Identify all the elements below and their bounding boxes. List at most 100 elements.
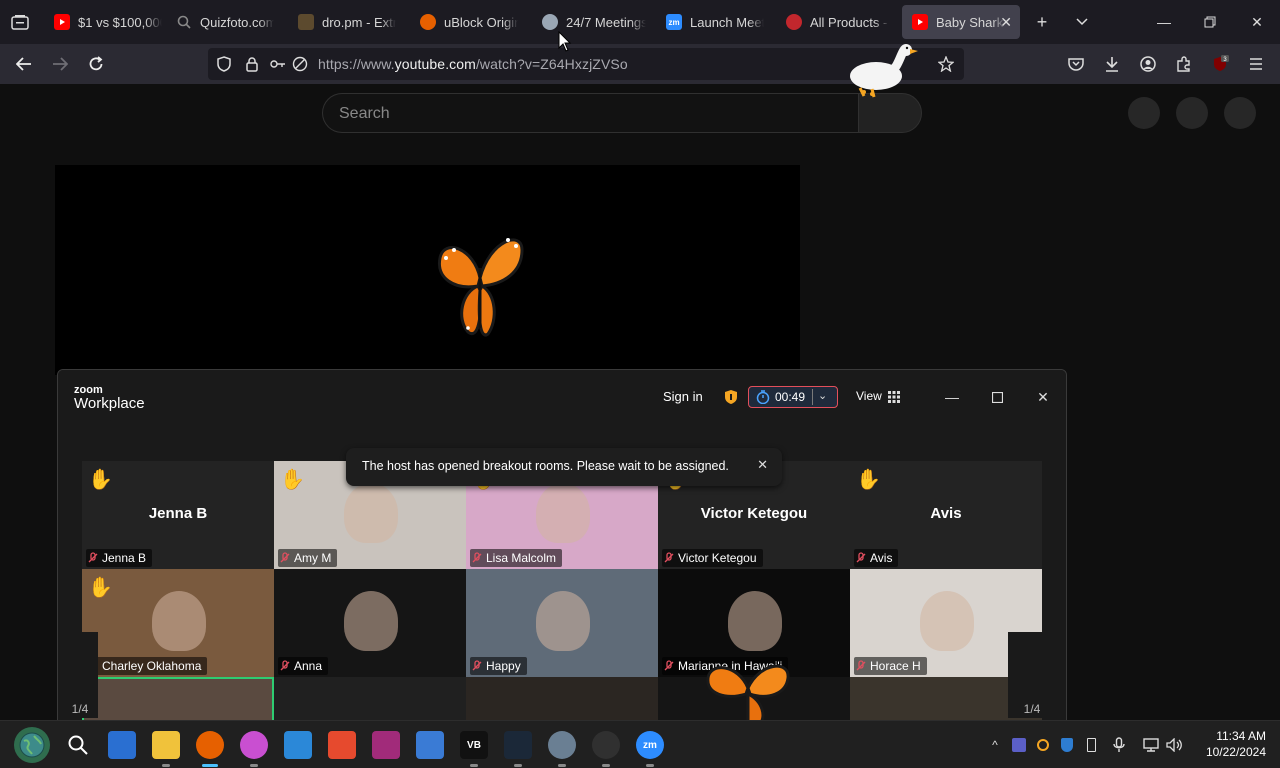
search-icon bbox=[176, 14, 192, 30]
task-view-icon[interactable] bbox=[108, 731, 136, 759]
meeting-timer[interactable]: 00:49 ⌄ bbox=[748, 386, 838, 408]
restore-window-button[interactable] bbox=[1196, 8, 1224, 36]
itunes-icon[interactable] bbox=[240, 731, 268, 759]
zoom-close-button[interactable]: ✕ bbox=[1031, 385, 1055, 409]
network-icon[interactable] bbox=[1142, 736, 1160, 754]
browser-tab[interactable]: dro.pm - Extre bbox=[288, 5, 406, 39]
youtube-avatar-button[interactable] bbox=[1224, 97, 1256, 129]
participant-tile[interactable]: Jenna B ✋ Jenna B bbox=[82, 461, 274, 569]
breakout-notification: The host has opened breakout rooms. Plea… bbox=[346, 448, 782, 486]
puzzle-icon bbox=[1177, 56, 1190, 72]
speaker-volume-icon[interactable] bbox=[1166, 736, 1184, 754]
zoom-app-icon[interactable]: zm bbox=[636, 731, 664, 759]
ublock-origin-button[interactable]: 3 bbox=[1208, 52, 1232, 76]
participant-name-label: Victor Ketegou bbox=[662, 549, 763, 567]
zoom-minimize-button[interactable]: — bbox=[940, 385, 964, 409]
browser-tab[interactable]: uBlock Origin - bbox=[410, 5, 528, 39]
pinwheel-icon[interactable] bbox=[328, 731, 356, 759]
participant-video bbox=[536, 483, 590, 543]
dropm-icon bbox=[298, 14, 314, 30]
running-app-indicator bbox=[602, 764, 610, 767]
url-text[interactable]: https://www.youtube.com/watch?v=Z64HxzjZ… bbox=[318, 56, 628, 72]
browser-tab[interactable]: All Products - L bbox=[776, 5, 900, 39]
tracking-protection-shield-icon[interactable] bbox=[216, 56, 232, 72]
participant-video bbox=[536, 591, 590, 651]
url-path: /watch?v=Z64HxzjZVSo bbox=[475, 56, 628, 72]
youtube-notifications-button[interactable] bbox=[1176, 97, 1208, 129]
download-icon bbox=[1106, 57, 1118, 72]
magnifier-tray-icon[interactable] bbox=[1034, 736, 1052, 754]
firefox-view-icon[interactable] bbox=[8, 10, 32, 34]
previous-page-button[interactable]: 1/4 bbox=[62, 632, 98, 718]
browser-tab[interactable]: Baby Shark D✕ bbox=[902, 5, 1020, 39]
extensions-button[interactable] bbox=[1172, 52, 1196, 76]
running-app-indicator bbox=[514, 764, 522, 767]
globe-icon bbox=[542, 14, 558, 30]
defender-shield-icon[interactable] bbox=[1058, 736, 1076, 754]
muted-microphone-icon bbox=[280, 552, 290, 563]
list-all-tabs-button[interactable] bbox=[1070, 10, 1094, 34]
vb-audio-icon[interactable]: VB bbox=[460, 731, 488, 759]
participant-tile[interactable]: ✋ Charley Oklahoma bbox=[82, 569, 274, 677]
back-button[interactable] bbox=[12, 52, 36, 76]
reload-button[interactable] bbox=[84, 52, 108, 76]
grid-view-icon[interactable] bbox=[888, 391, 900, 403]
search-placeholder: Search bbox=[339, 105, 390, 122]
zoom-maximize-button[interactable] bbox=[985, 385, 1009, 409]
tab-title: 24/7 Meetings bbox=[566, 14, 646, 30]
search-icon[interactable] bbox=[64, 731, 92, 759]
browser-tab[interactable]: $1 vs $100,000 bbox=[44, 5, 172, 39]
chevron-up-icon[interactable]: ^ bbox=[986, 736, 1004, 754]
close-window-button[interactable]: ✕ bbox=[1243, 8, 1271, 36]
downloads-button[interactable] bbox=[1100, 52, 1124, 76]
youtube-search-input[interactable]: Search bbox=[322, 93, 858, 133]
file-explorer-icon[interactable] bbox=[152, 731, 180, 759]
participant-tile[interactable]: Happy bbox=[466, 569, 658, 677]
running-app-indicator bbox=[470, 764, 478, 767]
microsoft-store-icon[interactable] bbox=[284, 731, 312, 759]
steam-icon[interactable] bbox=[504, 731, 532, 759]
minimize-window-button[interactable]: — bbox=[1150, 8, 1178, 36]
browser-tab[interactable]: zm Launch Meetin bbox=[656, 5, 774, 39]
settings-icon[interactable] bbox=[548, 731, 576, 759]
new-tab-button[interactable]: + bbox=[1030, 10, 1054, 34]
taskbar-app-label: VB bbox=[467, 739, 481, 751]
muted-microphone-icon bbox=[280, 660, 290, 671]
microphone-icon[interactable] bbox=[1110, 736, 1128, 754]
browser-tab[interactable]: Quizfoto.com bbox=[166, 5, 284, 39]
youtube-video-player[interactable] bbox=[55, 165, 800, 375]
page-indicator: 1/4 bbox=[71, 702, 89, 716]
participant-tile[interactable]: Avis ✋ Avis bbox=[850, 461, 1042, 569]
chevron-down-icon[interactable]: ⌄ bbox=[818, 389, 827, 402]
start-globe-icon[interactable] bbox=[14, 727, 50, 763]
url-host: youtube.com bbox=[394, 56, 476, 72]
taskbar-clock[interactable]: 11:34 AM 10/22/2024 bbox=[1206, 728, 1266, 760]
zoom-product-name: Workplace bbox=[74, 395, 145, 412]
lock-icon[interactable] bbox=[244, 56, 260, 72]
account-button[interactable] bbox=[1136, 52, 1160, 76]
close-icon[interactable]: ✕ bbox=[757, 457, 768, 473]
forward-button[interactable] bbox=[48, 52, 72, 76]
participant-name: Amy M bbox=[294, 551, 332, 565]
teams-icon[interactable] bbox=[1010, 736, 1028, 754]
browser-tab[interactable]: 24/7 Meetings bbox=[532, 5, 656, 39]
app-menu-button[interactable] bbox=[1244, 52, 1268, 76]
package-icon[interactable] bbox=[416, 731, 444, 759]
firefox-icon[interactable] bbox=[196, 731, 224, 759]
bookmark-star-icon[interactable] bbox=[938, 56, 954, 72]
security-shield-icon[interactable] bbox=[724, 389, 738, 405]
participant-gallery: Jenna B ✋ Jenna B ✋ Amy M ✋ Lisa Malcolm Victor… bbox=[82, 461, 1042, 728]
usb-drive-icon[interactable] bbox=[1082, 736, 1100, 754]
permissions-icon[interactable] bbox=[270, 56, 286, 72]
youtube-create-button[interactable] bbox=[1128, 97, 1160, 129]
next-page-button[interactable]: 1/4 bbox=[1008, 632, 1044, 718]
close-tab-icon[interactable]: ✕ bbox=[1000, 14, 1012, 31]
participant-tile[interactable]: Anna bbox=[274, 569, 466, 677]
zoom-sign-in-link[interactable]: Sign in bbox=[663, 389, 703, 404]
winrar-icon[interactable] bbox=[372, 731, 400, 759]
obs-icon[interactable] bbox=[592, 731, 620, 759]
autoplay-blocked-icon[interactable] bbox=[292, 56, 308, 72]
view-button[interactable]: View bbox=[856, 389, 882, 403]
participant-display-name: Jenna B bbox=[148, 505, 208, 522]
pocket-button[interactable] bbox=[1064, 52, 1088, 76]
